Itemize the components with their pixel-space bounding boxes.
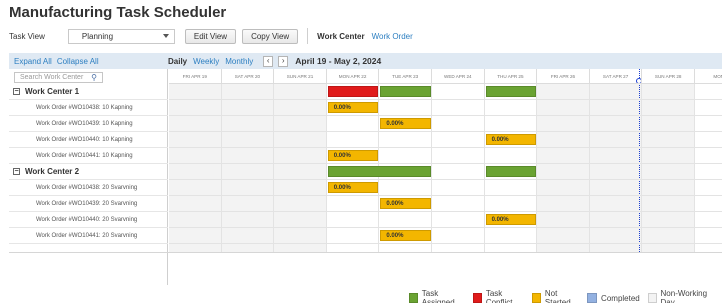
day-header: TUE APR 23 bbox=[379, 69, 432, 84]
day-header: MON A bbox=[695, 69, 722, 84]
work-order-row[interactable]: Work Order #WO10438: 10 Kapning bbox=[9, 100, 168, 116]
search-icon: ⚲ bbox=[91, 73, 97, 82]
scheduler-header: Expand All Collapse All Daily Weekly Mon… bbox=[9, 53, 722, 69]
view-mode-daily[interactable]: Daily bbox=[168, 57, 187, 66]
legend: Task Assigned Task Conflict Not Started Com… bbox=[409, 289, 722, 303]
work-center-tab[interactable]: Work Center bbox=[317, 32, 364, 41]
work-order-task-bar[interactable]: 0.00% bbox=[327, 102, 379, 113]
row-divider bbox=[169, 163, 722, 164]
row-divider bbox=[169, 195, 722, 196]
search-work-center-input[interactable]: Search Work Center ⚲ bbox=[14, 72, 103, 83]
legend-swatch bbox=[587, 293, 598, 303]
work-order-task-bar[interactable]: 0.00% bbox=[485, 134, 537, 145]
work-order-tab[interactable]: Work Order bbox=[372, 32, 413, 41]
prev-range-button[interactable]: ‹ bbox=[263, 55, 274, 67]
work-order-task-bar[interactable]: 0.00% bbox=[327, 150, 379, 161]
work-center-group[interactable]: − Work Center 1 bbox=[9, 84, 168, 100]
chevron-down-icon bbox=[162, 34, 169, 38]
work-order-task-bar[interactable]: 0.00% bbox=[485, 214, 537, 225]
legend-swatch bbox=[409, 293, 418, 303]
row-divider bbox=[169, 147, 722, 148]
expand-all-link[interactable]: Expand All bbox=[14, 57, 52, 66]
day-header: SAT APR 20 bbox=[221, 69, 275, 84]
day-header: THU APR 25 bbox=[484, 69, 538, 84]
row-divider bbox=[169, 99, 722, 100]
work-order-row[interactable]: Work Order #WO10439: 10 Kapning bbox=[9, 116, 168, 132]
edit-view-button[interactable]: Edit View bbox=[184, 28, 237, 44]
row-list: − Work Center 1 Work Order #WO10438: 10 Ka… bbox=[9, 84, 168, 244]
day-header: FRI APR 19 bbox=[169, 69, 222, 84]
today-marker-line bbox=[639, 69, 640, 252]
legend-label: Task Conflict bbox=[485, 289, 513, 303]
legend-item: Non-Working Day bbox=[647, 289, 714, 303]
toolbar-divider bbox=[307, 28, 309, 44]
day-header: SAT APR 27 bbox=[589, 69, 643, 84]
work-center-name: Work Center 2 bbox=[25, 167, 80, 176]
legend-label: Task Assigned bbox=[421, 289, 455, 303]
day-header: SUN APR 28 bbox=[642, 69, 695, 84]
summary-task-bar[interactable] bbox=[327, 86, 379, 97]
collapse-icon[interactable]: − bbox=[13, 88, 20, 95]
toolbar: Task View Planning Edit View Copy View W… bbox=[9, 28, 413, 44]
legend-swatch bbox=[532, 293, 541, 303]
work-order-row[interactable]: Work Order #WO10440: 10 Kapning bbox=[9, 132, 168, 148]
work-order-task-bar[interactable]: 0.00% bbox=[380, 198, 431, 209]
summary-task-bar[interactable] bbox=[327, 166, 431, 177]
chevron-left-icon: ‹ bbox=[266, 56, 270, 65]
legend-label: Non-Working Day bbox=[660, 289, 708, 303]
row-divider bbox=[169, 179, 722, 180]
legend-swatch bbox=[647, 293, 657, 303]
day-header: MON APR 22 bbox=[326, 69, 380, 84]
legend-item: Not Started bbox=[532, 289, 579, 303]
day-header: WED APR 24 bbox=[432, 69, 485, 84]
search-placeholder: Search Work Center bbox=[20, 74, 84, 81]
work-order-row[interactable]: Work Order #WO10441: 10 Kapning bbox=[9, 148, 168, 164]
legend-swatch bbox=[473, 293, 482, 303]
collapse-all-link[interactable]: Collapse All bbox=[57, 57, 99, 66]
summary-task-bar[interactable] bbox=[380, 86, 431, 97]
task-view-select[interactable]: Planning bbox=[67, 28, 175, 44]
work-order-task-bar[interactable]: 0.00% bbox=[380, 118, 431, 129]
work-order-row[interactable]: Work Order #WO10441: 20 Svarvning bbox=[9, 228, 168, 244]
row-divider bbox=[169, 211, 722, 212]
view-mode-weekly[interactable]: Weekly bbox=[193, 57, 219, 66]
legend-item: Task Conflict bbox=[473, 289, 524, 303]
work-order-row[interactable]: Work Order #WO10440: 20 Svarvning bbox=[9, 212, 168, 228]
row-divider bbox=[169, 131, 722, 132]
page-title: Manufacturing Task Scheduler bbox=[9, 4, 227, 21]
view-mode-monthly[interactable]: Monthly bbox=[225, 57, 253, 66]
day-header: FRI APR 26 bbox=[537, 69, 590, 84]
work-order-row[interactable]: Work Order #WO10438: 20 Svarvning bbox=[9, 180, 168, 196]
summary-task-bar[interactable] bbox=[485, 86, 537, 97]
summary-task-bar[interactable] bbox=[485, 166, 537, 177]
legend-label: Not Started bbox=[544, 289, 571, 303]
row-divider bbox=[169, 115, 722, 116]
row-divider bbox=[169, 243, 722, 244]
work-order-task-bar[interactable]: 0.00% bbox=[380, 230, 431, 241]
task-view-label: Task View bbox=[9, 31, 45, 41]
collapse-icon[interactable]: − bbox=[13, 168, 20, 175]
work-center-group[interactable]: − Work Center 2 bbox=[9, 164, 168, 180]
legend-item: Completed bbox=[587, 293, 640, 303]
day-header: SUN APR 21 bbox=[274, 69, 327, 84]
footer-divider bbox=[9, 252, 722, 253]
chevron-right-icon: › bbox=[281, 56, 285, 65]
next-range-button[interactable]: › bbox=[278, 55, 289, 67]
work-order-row[interactable]: Work Order #WO10439: 20 Svarvning bbox=[9, 196, 168, 212]
legend-label: Completed bbox=[601, 293, 640, 303]
legend-item: Task Assigned bbox=[409, 289, 465, 303]
work-order-task-bar[interactable]: 0.00% bbox=[327, 182, 379, 193]
date-range-label: April 19 - May 2, 2024 bbox=[295, 56, 382, 66]
work-center-name: Work Center 1 bbox=[25, 87, 80, 96]
copy-view-button[interactable]: Copy View bbox=[242, 28, 299, 44]
row-divider bbox=[169, 227, 722, 228]
task-view-value: Planning bbox=[81, 31, 114, 41]
